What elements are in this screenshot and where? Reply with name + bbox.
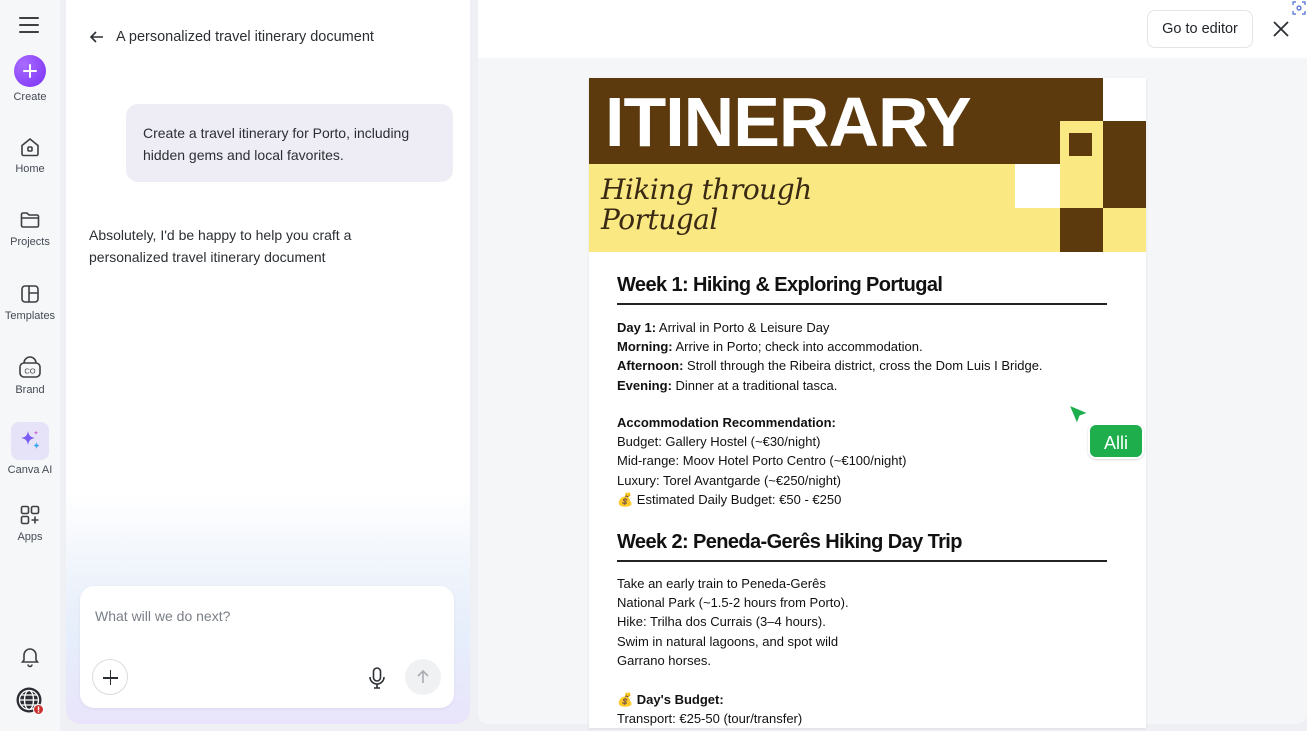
apps-icon — [20, 505, 40, 525]
plus-icon — [14, 55, 46, 87]
midrange-line: Mid-range: Moov Hotel Porto Centro (~€10… — [617, 453, 907, 469]
decor-block — [1069, 133, 1092, 156]
rail-item-label: Templates — [4, 310, 56, 322]
rail-item-label: Canva AI — [7, 464, 53, 476]
screen-capture-icon[interactable] — [1292, 1, 1306, 15]
rail-item-create[interactable]: Create — [0, 55, 60, 103]
collaborator-cursor-icon — [1068, 404, 1090, 426]
accommodation-heading: Accommodation Recommendation: — [617, 415, 836, 430]
day-budget-details: 💰 Day's Budget: Transport: €25-50 (tour/… — [617, 690, 1117, 728]
rail-item-label: Projects — [10, 236, 50, 248]
accommodation-details: Accommodation Recommendation: Budget: Ga… — [617, 413, 1117, 509]
prompt-input[interactable] — [95, 606, 415, 626]
assistant-message: Absolutely, I'd be happy to help you cra… — [89, 227, 352, 265]
rail-item-canva-ai[interactable]: Canva AI — [0, 422, 60, 476]
go-to-editor-button[interactable]: Go to editor — [1147, 10, 1253, 48]
day-budget-heading: 💰 Day's Budget: — [617, 692, 724, 707]
globe-avatar-icon — [16, 687, 44, 715]
account-button[interactable] — [0, 686, 60, 716]
svg-text:CO: CO — [24, 367, 35, 376]
document-subtitle: Hiking through Portugal — [601, 173, 812, 236]
decor-block — [1103, 164, 1146, 208]
arrow-up-icon — [417, 669, 429, 683]
rail-item-label: Home — [15, 163, 45, 175]
week2-details: Take an early train to Peneda-Gerês Nati… — [617, 576, 849, 668]
rail-item-projects[interactable]: Projects — [0, 208, 60, 248]
week1-details: Day 1: Arrival in Porto & Leisure Day Mo… — [617, 318, 1117, 395]
chat-panel: A personalized travel itinerary document… — [66, 0, 470, 724]
luxury-line: Luxury: Torel Avantgarde (~€250/night) — [617, 472, 841, 488]
document-banner: ITINERARY Hiking through Portugal — [589, 78, 1146, 252]
send-button[interactable] — [405, 659, 441, 695]
rail-item-label: Brand — [15, 384, 45, 396]
rail-item-label: Create — [13, 91, 47, 103]
rail-item-brand[interactable]: CO Brand — [0, 356, 60, 396]
itinerary-document[interactable]: ITINERARY Hiking through Portugal Week 1… — [589, 78, 1146, 728]
microphone-icon[interactable] — [366, 666, 388, 690]
decor-block — [1103, 78, 1146, 121]
composer — [80, 586, 454, 708]
left-rail: Create Home Projects Templates CO Brand … — [0, 0, 60, 731]
daily-budget-line: 💰 Estimated Daily Budget: €50 - €250 — [617, 491, 842, 507]
decor-block — [1103, 121, 1146, 164]
close-icon[interactable] — [1272, 20, 1290, 38]
morning-line: Morning: Arrive in Porto; check into acc… — [617, 339, 923, 355]
week2-heading: Week 2: Peneda-Gerês Hiking Day Trip — [617, 531, 1107, 562]
chat-title: A personalized travel itinerary document — [116, 29, 374, 45]
transport-line: Transport: €25-50 (tour/transfer) — [617, 711, 803, 727]
folder-icon — [20, 212, 40, 228]
chat-header: A personalized travel itinerary document — [88, 28, 374, 46]
sparkle-icon — [11, 422, 49, 460]
notifications-button[interactable] — [0, 644, 60, 668]
decor-block — [1015, 164, 1060, 208]
rail-item-home[interactable]: Home — [0, 135, 60, 175]
decor-block — [1060, 208, 1103, 252]
preview-toolbar: Go to editor — [478, 0, 1307, 58]
afternoon-line: Afternoon: Stroll through the Ribeira di… — [617, 358, 1043, 374]
collaborator-label: Alli — [1088, 423, 1144, 459]
budget-line: Budget: Gallery Hostel (~€30/night) — [617, 434, 821, 450]
home-icon — [21, 137, 39, 157]
user-message: Create a travel itinerary for Porto, inc… — [126, 104, 453, 182]
rail-item-apps[interactable]: Apps — [0, 503, 60, 543]
back-arrow-icon[interactable] — [88, 28, 106, 46]
document-title: ITINERARY — [605, 83, 972, 161]
rail-item-label: Apps — [17, 531, 43, 543]
templates-icon — [21, 285, 39, 303]
rail-item-templates[interactable]: Templates — [0, 282, 60, 322]
bell-icon — [20, 648, 40, 668]
week1-heading: Week 1: Hiking & Exploring Portugal — [617, 274, 1107, 305]
brand-icon: CO — [19, 356, 41, 378]
day-line: Day 1: Arrival in Porto & Leisure Day — [617, 320, 830, 335]
menu-icon[interactable] — [19, 17, 39, 35]
evening-line: Evening: Dinner at a traditional tasca. — [617, 377, 838, 393]
add-attachment-button[interactable] — [92, 659, 128, 695]
